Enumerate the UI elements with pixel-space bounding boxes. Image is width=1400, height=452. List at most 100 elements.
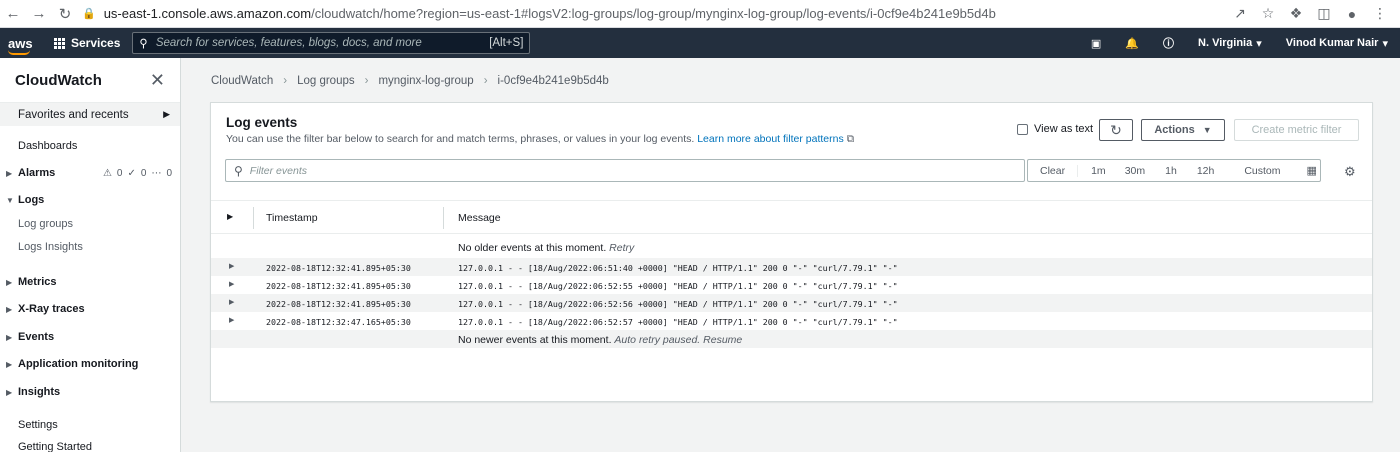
log-row[interactable]: ▶ 2022-08-18T12:32:47.165+05:30 127.0.0.… xyxy=(211,312,1372,330)
breadcrumb-log-groups[interactable]: Log groups xyxy=(297,75,355,87)
back-arrow-icon[interactable]: ← xyxy=(0,1,26,27)
learn-more-link[interactable]: Learn more about filter patterns xyxy=(697,133,844,145)
close-icon[interactable]: ✕ xyxy=(150,70,165,91)
gear-icon[interactable]: ⚙ xyxy=(1344,164,1356,180)
external-link-icon: ⧉ xyxy=(846,133,855,145)
sidebar-item-log-groups[interactable]: Log groups xyxy=(0,215,180,233)
address-bar[interactable]: 🔒 us-east-1.console.aws.amazon.com/cloud… xyxy=(82,3,1230,25)
breadcrumb: CloudWatch › Log groups › mynginx-log-gr… xyxy=(211,75,609,87)
sidebar-item-getting-started[interactable]: Getting Started xyxy=(0,438,180,452)
sidebar-item-application-monitoring[interactable]: ▶ Application monitoring xyxy=(0,355,180,373)
panel-description: You can use the filter bar below to sear… xyxy=(226,133,855,145)
sidebar-item-insights[interactable]: ▶ Insights xyxy=(0,383,180,401)
sidebar-item-events[interactable]: ▶ Events xyxy=(0,328,180,346)
chevron-right-icon: › xyxy=(483,75,488,87)
caret-right-icon: ▶ xyxy=(6,168,13,178)
time-clear-button[interactable]: Clear xyxy=(1028,164,1079,177)
forward-arrow-icon[interactable]: → xyxy=(26,1,52,27)
cloudshell-icon[interactable]: ▣ xyxy=(1079,37,1113,50)
log-row[interactable]: ▶ 2022-08-18T12:32:41.895+05:30 127.0.0.… xyxy=(211,294,1372,312)
reload-icon[interactable]: ↻ xyxy=(52,1,78,27)
older-events-notice: No older events at this moment. Retry xyxy=(458,242,635,254)
url-path: /cloudwatch/home?region=us-east-1#logsV2… xyxy=(311,6,996,21)
menu-icon[interactable]: ⋮ xyxy=(1370,5,1390,22)
expand-all-icon[interactable]: ▶ xyxy=(227,212,233,221)
create-metric-filter-button[interactable]: Create metric filter xyxy=(1234,119,1359,141)
log-timestamp: 2022-08-18T12:32:41.895+05:30 xyxy=(266,299,411,309)
favorites-and-recents[interactable]: Favorites and recents ▶ xyxy=(0,102,180,126)
time-1h-button[interactable]: 1h xyxy=(1155,165,1187,177)
help-icon[interactable]: ⓘ xyxy=(1151,35,1186,51)
aws-logo[interactable]: aws xyxy=(0,36,44,55)
view-as-text-checkbox[interactable] xyxy=(1017,123,1028,135)
sidebar-item-settings[interactable]: Settings xyxy=(0,416,180,434)
log-timestamp: 2022-08-18T12:32:41.895+05:30 xyxy=(266,263,411,273)
search-icon: ⚲ xyxy=(139,38,148,50)
chevron-right-icon: › xyxy=(364,75,369,87)
table-header: ▶ Timestamp Message xyxy=(211,200,1372,234)
actions-button[interactable]: Actions ▼ xyxy=(1141,119,1225,141)
caret-right-icon: ▶ xyxy=(6,277,13,287)
profile-icon[interactable]: ● xyxy=(1342,6,1362,22)
bell-icon[interactable]: 🔔 xyxy=(1113,37,1151,50)
log-message: 127.0.0.1 - - [18/Aug/2022:06:51:40 +000… xyxy=(458,263,898,273)
sidebar-item-alarms[interactable]: ▶ Alarms ⚠ 0 ✓ 0 ⋯ 0 xyxy=(0,164,180,182)
caret-down-icon: ▾ xyxy=(1382,37,1388,50)
expand-row-icon[interactable]: ▶ xyxy=(229,316,234,324)
sidebar-title: CloudWatch xyxy=(15,71,102,89)
services-button[interactable]: Services xyxy=(44,36,130,50)
column-message[interactable]: Message xyxy=(458,212,501,224)
star-icon[interactable]: ☆ xyxy=(1258,5,1278,22)
time-custom-button[interactable]: Custom ▦ xyxy=(1224,164,1337,178)
newer-events-notice: No newer events at this moment. Auto ret… xyxy=(458,334,743,346)
sidebar-item-logs[interactable]: ▼ Logs xyxy=(0,191,180,209)
alarm-ok-icon: ✓ xyxy=(127,167,136,179)
account-menu[interactable]: Vinod Kumar Nair ▾ xyxy=(1274,37,1400,50)
breadcrumb-log-group[interactable]: mynginx-log-group xyxy=(378,75,473,87)
log-row[interactable]: ▶ 2022-08-18T12:32:41.895+05:30 127.0.0.… xyxy=(211,258,1372,276)
lock-icon: 🔒 xyxy=(82,8,96,20)
time-30m-button[interactable]: 30m xyxy=(1115,165,1155,177)
sidepanel-icon[interactable]: ◫ xyxy=(1314,5,1334,22)
services-search-input[interactable]: ⚲ Search for services, features, blogs, … xyxy=(132,32,531,54)
caret-right-icon: ▶ xyxy=(6,359,13,369)
log-timestamp: 2022-08-18T12:32:47.165+05:30 xyxy=(266,317,411,327)
refresh-button[interactable]: ↻ xyxy=(1099,119,1133,141)
expand-row-icon[interactable]: ▶ xyxy=(229,262,234,270)
expand-row-icon[interactable]: ▶ xyxy=(229,280,234,288)
panel-title: Log events xyxy=(226,115,298,130)
sidebar-item-metrics[interactable]: ▶ Metrics xyxy=(0,273,180,291)
caret-down-icon: ▼ xyxy=(6,195,14,205)
region-selector[interactable]: N. Virginia ▾ xyxy=(1186,37,1274,50)
log-events-panel: Log events You can use the filter bar be… xyxy=(210,102,1373,402)
alarm-warning-icon: ⚠ xyxy=(102,167,112,179)
grid-icon xyxy=(54,37,65,49)
share-icon[interactable]: ↗ xyxy=(1230,5,1250,22)
filter-events-input[interactable]: ⚲ Filter events xyxy=(225,159,1025,182)
column-timestamp[interactable]: Timestamp xyxy=(266,212,318,224)
resume-link[interactable]: Resume xyxy=(703,334,742,346)
breadcrumb-cloudwatch[interactable]: CloudWatch xyxy=(211,75,273,87)
aws-top-nav: aws Services ⚲ Search for services, feat… xyxy=(0,28,1400,58)
time-1m-button[interactable]: 1m xyxy=(1078,165,1115,177)
extensions-icon[interactable]: ❖ xyxy=(1286,5,1306,22)
caret-right-icon: ▶ xyxy=(6,304,13,314)
expand-row-icon[interactable]: ▶ xyxy=(229,298,234,306)
search-icon: ⚲ xyxy=(234,163,243,178)
sidebar-item-dashboards[interactable]: Dashboards xyxy=(0,137,180,155)
time-12h-button[interactable]: 12h xyxy=(1187,165,1225,177)
sidebar-item-xray-traces[interactable]: ▶ X-Ray traces xyxy=(0,300,180,318)
log-message: 127.0.0.1 - - [18/Aug/2022:06:52:56 +000… xyxy=(458,299,898,309)
log-row[interactable]: ▶ 2022-08-18T12:32:41.895+05:30 127.0.0.… xyxy=(211,276,1372,294)
view-as-text-toggle[interactable]: View as text xyxy=(1017,123,1093,135)
breadcrumb-log-stream: i-0cf9e4b241e9b5d4b xyxy=(497,75,609,87)
main-content: CloudWatch › Log groups › mynginx-log-gr… xyxy=(181,58,1400,452)
browser-toolbar: ← → ↻ 🔒 us-east-1.console.aws.amazon.com… xyxy=(0,0,1400,28)
refresh-icon: ↻ xyxy=(1110,121,1122,138)
log-message: 127.0.0.1 - - [18/Aug/2022:06:52:55 +000… xyxy=(458,281,898,291)
alarm-insufficient-icon: ⋯ xyxy=(151,167,162,179)
retry-link[interactable]: Retry xyxy=(609,242,634,254)
chevron-right-icon: › xyxy=(283,75,288,87)
sidebar-item-logs-insights[interactable]: Logs Insights xyxy=(0,238,180,256)
caret-right-icon: ▶ xyxy=(6,332,13,342)
